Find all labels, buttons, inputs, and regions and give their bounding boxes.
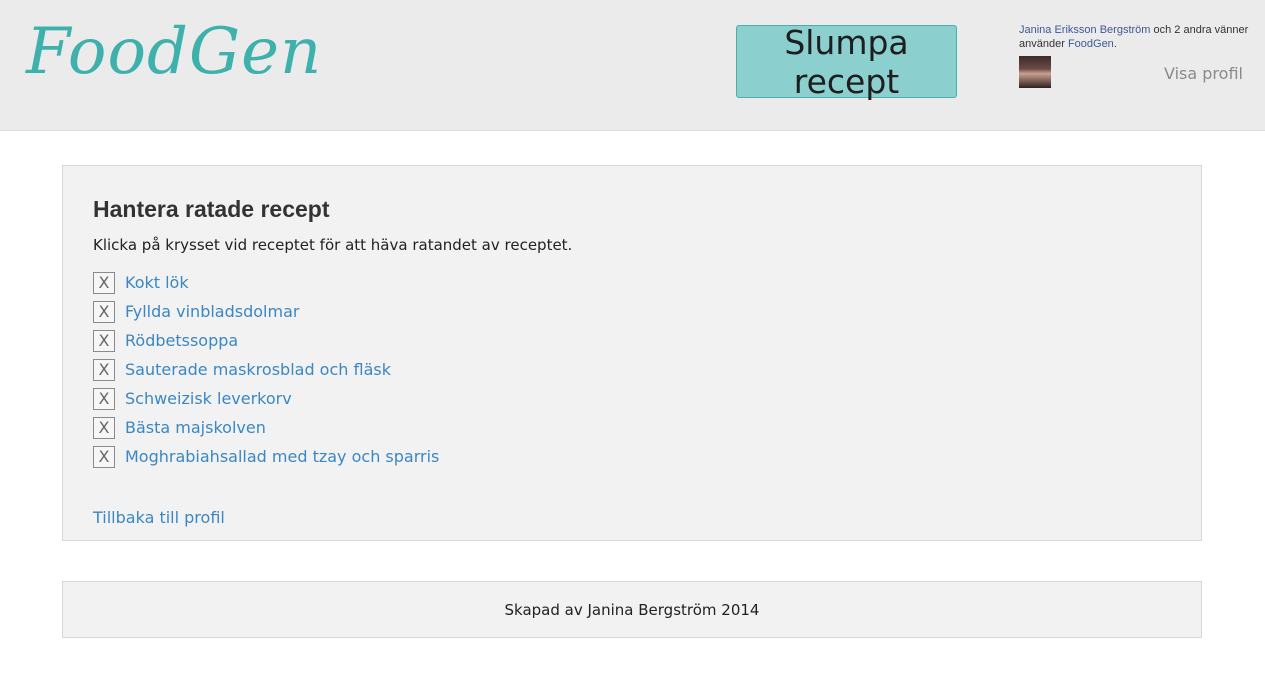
- list-item: X Rödbetssoppa: [93, 326, 439, 355]
- recipe-link[interactable]: Moghrabiahsallad med tzay och sparris: [125, 447, 439, 466]
- foodgen-logo[interactable]: FoodGen: [26, 20, 322, 84]
- recipe-link[interactable]: Fyllda vinbladsdolmar: [125, 302, 299, 321]
- random-recipe-button[interactable]: Slumpa recept: [736, 23, 957, 101]
- list-item: X Schweizisk leverkorv: [93, 384, 439, 413]
- list-item: X Kokt lök: [93, 268, 439, 297]
- remove-rejection-button[interactable]: X: [93, 416, 115, 439]
- list-item: X Moghrabiahsallad med tzay och sparris: [93, 442, 439, 471]
- back-to-profile-link[interactable]: Tillbaka till profil: [93, 508, 225, 527]
- view-profile-link[interactable]: Visa profil: [1164, 64, 1243, 83]
- remove-rejection-button[interactable]: X: [93, 271, 115, 294]
- remove-rejection-button[interactable]: X: [93, 358, 115, 381]
- recipe-link[interactable]: Schweizisk leverkorv: [125, 389, 292, 408]
- remove-rejection-button[interactable]: X: [93, 329, 115, 352]
- recipe-link[interactable]: Bästa majskolven: [125, 418, 266, 437]
- footer-text: Skapad av Janina Bergström 2014: [504, 600, 760, 619]
- site-footer: Skapad av Janina Bergström 2014: [62, 581, 1202, 638]
- recipe-link[interactable]: Rödbetssoppa: [125, 331, 238, 350]
- remove-rejection-button[interactable]: X: [93, 445, 115, 468]
- social-text-end: .: [1113, 38, 1117, 50]
- avatar[interactable]: [1019, 56, 1051, 88]
- instruction-text: Klicka på krysset vid receptet för att h…: [93, 236, 573, 254]
- rejected-recipes-panel: Hantera ratade recept Klicka på krysset …: [62, 165, 1202, 541]
- list-item: X Bästa majskolven: [93, 413, 439, 442]
- site-header: FoodGen Slumpa recept Janina Eriksson Be…: [0, 0, 1265, 131]
- facebook-social-context: Janina Eriksson Bergström och 2 andra vä…: [1019, 23, 1259, 51]
- remove-rejection-button[interactable]: X: [93, 387, 115, 410]
- page-title: Hantera ratade recept: [93, 196, 330, 222]
- list-item: X Fyllda vinbladsdolmar: [93, 297, 439, 326]
- friend-name-link[interactable]: Janina Eriksson Bergström: [1019, 24, 1150, 36]
- remove-rejection-button[interactable]: X: [93, 300, 115, 323]
- app-name-link[interactable]: FoodGen: [1068, 38, 1114, 50]
- recipe-link[interactable]: Kokt lök: [125, 273, 189, 292]
- recipe-link[interactable]: Sauterade maskrosblad och fläsk: [125, 360, 391, 379]
- rejected-recipe-list: X Kokt lök X Fyllda vinbladsdolmar X Röd…: [93, 268, 439, 471]
- list-item: X Sauterade maskrosblad och fläsk: [93, 355, 439, 384]
